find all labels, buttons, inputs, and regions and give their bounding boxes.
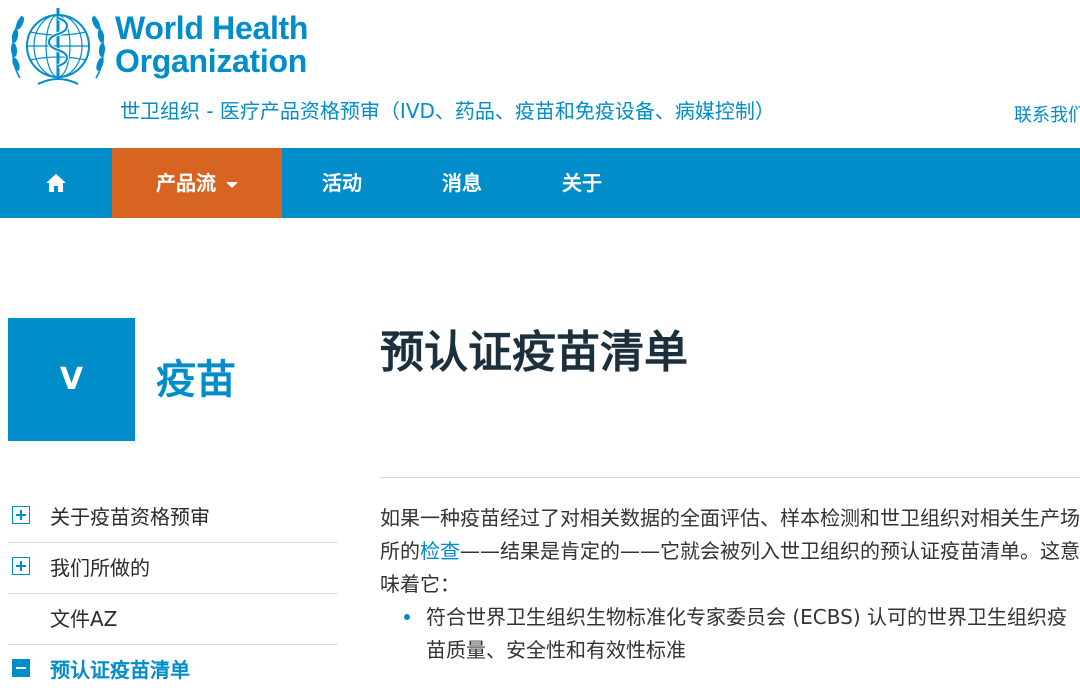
sidebar-item-label: 我们所做的 xyxy=(50,556,150,580)
nav-home[interactable] xyxy=(0,148,112,218)
org-name-line1: World Health xyxy=(115,10,309,46)
section-letter-badge: V xyxy=(8,318,135,441)
caret-down-icon xyxy=(226,181,238,188)
expand-plus-icon[interactable] xyxy=(12,557,30,575)
expand-plus-icon[interactable] xyxy=(12,506,30,524)
inspection-link[interactable]: 检查 xyxy=(420,539,460,563)
main-content: 如果一种疫苗经过了对相关数据的全面评估、样本检测和世卫组织对相关生产场所的检查—… xyxy=(380,502,1080,667)
sidebar-menu: 关于疫苗资格预审 我们所做的 文件AZ 预认证疫苗清单 xyxy=(8,492,338,695)
intro-text-after: ——结果是肯定的——它就会被列入世卫组织的预认证疫苗清单。这意味着它： xyxy=(380,539,1080,596)
sidebar-item-prequalified-vaccines[interactable]: 预认证疫苗清单 xyxy=(8,645,338,695)
sidebar-item-about-vaccine-pq[interactable]: 关于疫苗资格预审 xyxy=(8,492,338,543)
section-title: 疫苗 xyxy=(156,357,236,403)
sidebar-item-label: 关于疫苗资格预审 xyxy=(50,505,210,529)
sidebar-item-documents-az[interactable]: 文件AZ xyxy=(8,594,338,645)
nav-products-label: 产品流 xyxy=(156,171,216,195)
who-emblem-icon[interactable] xyxy=(8,4,108,90)
list-item: 符合世界卫生组织生物标准化专家委员会 (ECBS) 认可的世界卫生组织疫苗质量、… xyxy=(404,601,1080,667)
nav-about[interactable]: 关于 xyxy=(540,148,624,218)
nav-products-dropdown[interactable]: 产品流 xyxy=(112,148,282,218)
page-title: 预认证疫苗清单 xyxy=(380,327,688,378)
sidebar-item-what-we-do[interactable]: 我们所做的 xyxy=(8,543,338,594)
criteria-list: 符合世界卫生组织生物标准化专家委员会 (ECBS) 认可的世界卫生组织疫苗质量、… xyxy=(380,601,1080,667)
main-navigation: 产品流 活动 消息 关于 xyxy=(0,148,1080,218)
organization-name[interactable]: World Health Organization xyxy=(115,12,308,78)
nav-events[interactable]: 活动 xyxy=(300,148,384,218)
sidebar-item-label: 预认证疫苗清单 xyxy=(50,658,190,682)
collapse-minus-icon[interactable] xyxy=(12,659,30,677)
title-divider xyxy=(380,477,1080,478)
intro-paragraph: 如果一种疫苗经过了对相关数据的全面评估、样本检测和世卫组织对相关生产场所的检查—… xyxy=(380,502,1080,601)
sidebar-item-label: 文件AZ xyxy=(50,607,118,631)
org-name-line2: Organization xyxy=(115,43,307,79)
nav-news[interactable]: 消息 xyxy=(420,148,504,218)
contact-link[interactable]: 联系我们 xyxy=(1014,101,1080,127)
site-subtitle: 世卫组织 - 医疗产品资格预审（IVD、药品、疫苗和免疫设备、病媒控制） xyxy=(120,99,775,123)
home-icon xyxy=(46,173,66,192)
